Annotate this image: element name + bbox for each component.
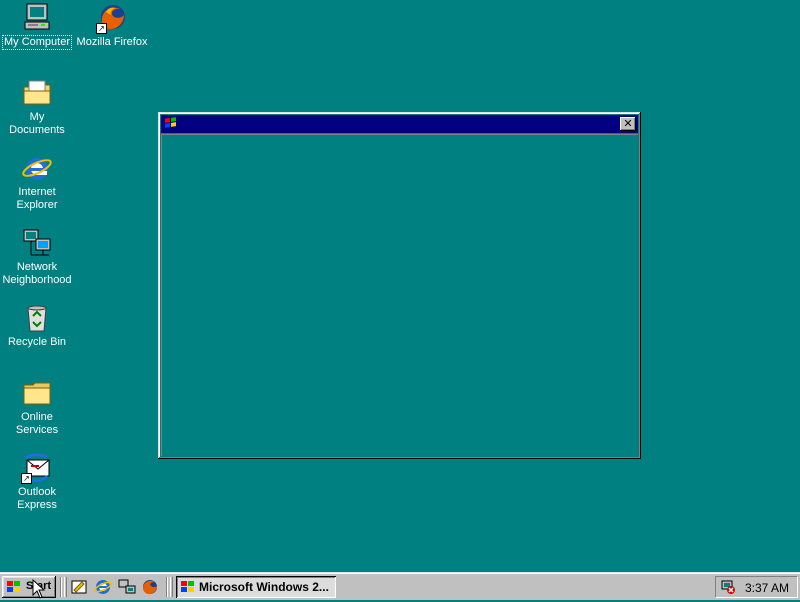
desktop-icon-label: Mozilla Firefox: [76, 36, 148, 48]
desktop-icon-network-neighborhood[interactable]: Network Neighborhood: [0, 227, 74, 287]
outlook-express-icon: ↗: [21, 452, 53, 484]
desktop-icon-internet-explorer[interactable]: Internet Explorer: [0, 152, 74, 212]
desktop-icon-label: My Computer: [1, 35, 73, 50]
network-icon[interactable]: [118, 578, 136, 596]
desktop-icon-my-computer[interactable]: My Computer: [0, 2, 74, 50]
mouse-cursor-icon: [32, 578, 48, 599]
desktop-icon-label: Network Neighborhood: [2, 261, 72, 286]
network-neighborhood-icon: [21, 227, 53, 259]
close-icon: ✕: [623, 117, 633, 130]
windows-logo-icon: [180, 579, 196, 595]
shortcut-arrow-icon: ↗: [96, 23, 107, 34]
shortcut-arrow-icon: ↗: [21, 473, 32, 484]
my-documents-icon: [21, 77, 53, 109]
desktop-icon-label: Outlook Express: [17, 486, 57, 511]
windows-logo-icon: [6, 579, 22, 595]
taskbar: Start: [0, 572, 800, 600]
desktop-icon-online-services[interactable]: Online Services: [0, 377, 74, 437]
task-button-microsoft-windows[interactable]: Microsoft Windows 2...: [176, 576, 336, 598]
windows-logo-icon[interactable]: [163, 116, 179, 132]
desktop-icon-outlook-express[interactable]: ↗ Outlook Express: [0, 452, 74, 512]
internet-explorer-icon: [21, 152, 53, 184]
network-disconnected-icon[interactable]: [720, 579, 736, 595]
blank-window[interactable]: ✕: [158, 112, 641, 459]
desktop-icon-my-documents[interactable]: My Documents: [0, 77, 74, 137]
window-client-area: [161, 134, 638, 456]
clock[interactable]: 3:37 AM: [745, 581, 789, 595]
my-computer-icon: [21, 2, 53, 34]
taskbar-separator: [60, 577, 62, 597]
task-button-label: Microsoft Windows 2...: [199, 580, 329, 594]
desktop-icon-label: Internet Explorer: [16, 186, 58, 211]
firefox-icon[interactable]: [141, 578, 159, 596]
taskbar-grip[interactable]: [170, 577, 173, 597]
system-tray: 3:37 AM: [715, 576, 798, 598]
show-desktop-icon[interactable]: [70, 578, 88, 596]
window-titlebar[interactable]: ✕: [161, 115, 638, 133]
taskbar-separator: [166, 577, 168, 597]
desktop-icon-label: Recycle Bin: [7, 336, 67, 348]
recycle-bin-icon: [21, 302, 53, 334]
firefox-icon: ↗: [96, 2, 128, 34]
internet-explorer-icon[interactable]: [93, 578, 113, 596]
quick-launch-grip[interactable]: [64, 577, 67, 597]
folder-icon: [21, 377, 53, 409]
desktop-icon-label: My Documents: [9, 111, 65, 136]
close-button[interactable]: ✕: [620, 117, 636, 131]
desktop-icon-mozilla-firefox[interactable]: ↗ Mozilla Firefox: [75, 2, 149, 49]
desktop-icon-recycle-bin[interactable]: Recycle Bin: [0, 302, 74, 349]
desktop-icon-label: Online Services: [15, 411, 59, 436]
